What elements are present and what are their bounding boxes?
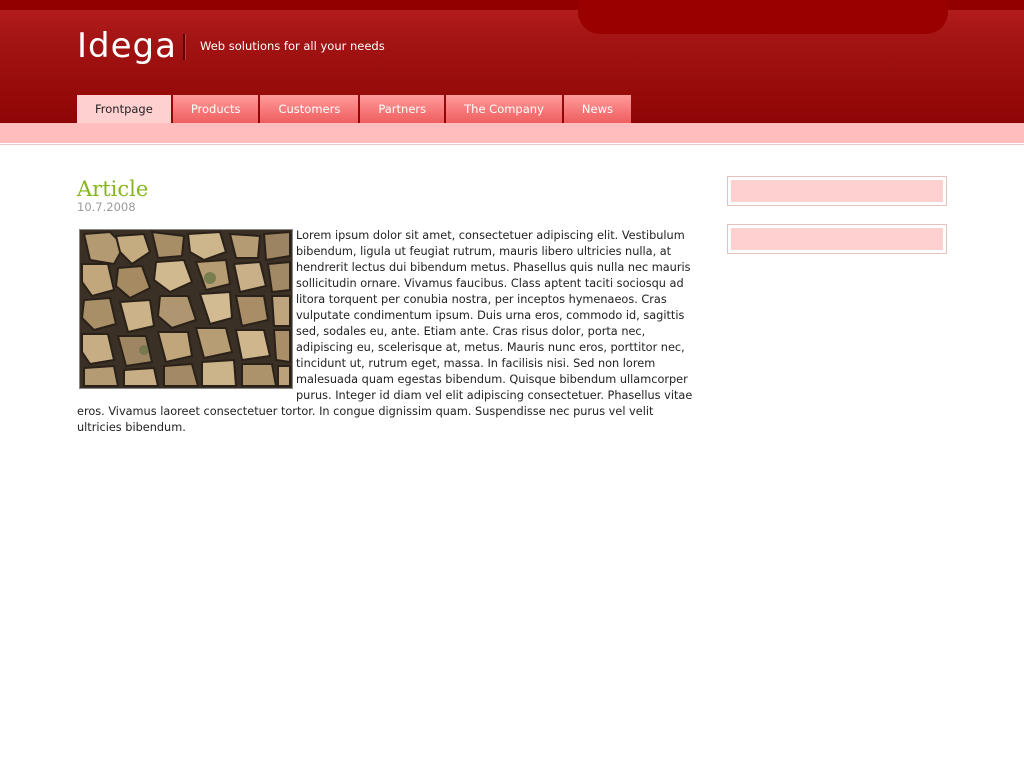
site-slogan: Web solutions for all your needs <box>200 39 385 53</box>
sidebar-box <box>727 176 947 206</box>
tab-products[interactable]: Products <box>172 95 259 123</box>
site-logo[interactable]: Idega <box>77 26 177 66</box>
sidebar-box-fill <box>731 228 943 250</box>
main-nav: Frontpage Products Customers Partners Th… <box>77 95 631 123</box>
tab-frontpage[interactable]: Frontpage <box>77 95 171 123</box>
sidebar <box>727 176 947 272</box>
tab-partners[interactable]: Partners <box>360 95 445 123</box>
tab-customers[interactable]: Customers <box>260 95 359 123</box>
main-content: Article 10.7.2008 Lorem ipsum dolor sit … <box>77 176 701 436</box>
divider <box>0 144 1024 145</box>
header-notch <box>578 0 948 34</box>
sidebar-box <box>727 224 947 254</box>
article-body: Lorem ipsum dolor sit amet, consectetuer… <box>77 228 701 436</box>
article-image <box>79 229 293 389</box>
site-header: Idega Web solutions for all your needs F… <box>0 0 1024 123</box>
sub-navigation-bar <box>0 123 1024 144</box>
logo-separator <box>183 34 186 60</box>
article-date: 10.7.2008 <box>77 200 136 214</box>
article-title[interactable]: Article <box>77 176 701 202</box>
tab-the-company[interactable]: The Company <box>446 95 562 123</box>
sidebar-box-fill <box>731 180 943 202</box>
tab-news[interactable]: News <box>563 95 631 123</box>
